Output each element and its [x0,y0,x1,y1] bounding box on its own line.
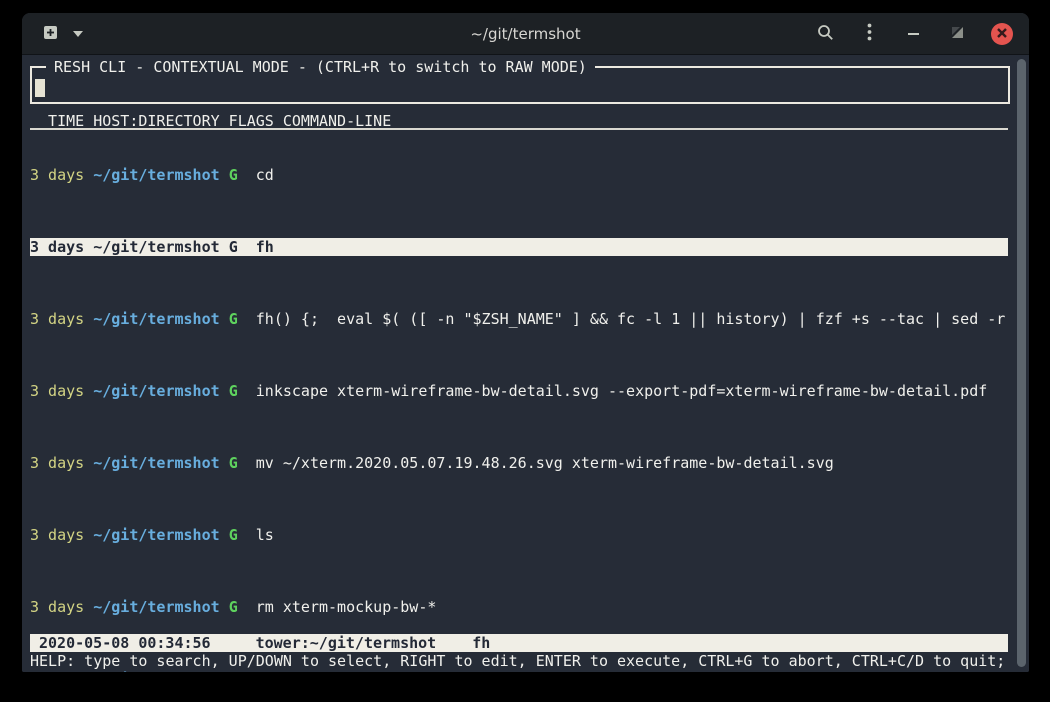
new-tab-button[interactable] [42,25,59,43]
minimize-icon [908,33,919,35]
row-time: 3 days [30,526,84,544]
row-flags: G [229,670,238,672]
row-time: 3 days [30,310,84,328]
history-row[interactable]: 3 days ~/git/termshot G mv ~/xterm.2020.… [30,670,1008,672]
row-flags: G [229,526,238,544]
status-command: fh [472,634,490,652]
row-flags: G [229,382,238,400]
row-time: 3 days [30,670,84,672]
status-host-directory: tower:~/git/termshot [256,634,437,652]
table-header: TIME HOST:DIRECTORY FLAGS COMMAND-LINE [30,112,1008,130]
row-time: 3 days [30,166,84,184]
row-command: mv ~/xterm.2020.05.07.19.39.46.svg xterm… [256,670,807,672]
search-button[interactable] [815,22,835,46]
history-row[interactable]: 3 days ~/git/termshot G fh() {; eval $( … [30,310,1008,328]
row-command: fh [256,238,274,256]
history-list: 3 days ~/git/termshot G cd 3 days ~/git/… [30,130,1008,672]
row-flags: G [229,310,238,328]
row-command: inkscape xterm-wireframe-bw-detail.svg -… [256,382,988,400]
status-bar: 2020-05-08 00:34:56 tower:~/git/termshot f… [30,634,1008,652]
history-row[interactable]: 3 days ~/git/termshot G rm xterm-mockup-… [30,598,1008,616]
history-row[interactable]: 3 days ~/git/termshot G mv ~/xterm.2020.… [30,454,1008,472]
restore-button[interactable] [947,22,967,46]
close-button[interactable] [991,23,1013,45]
row-host-directory: ~/git/termshot [93,526,219,544]
kebab-menu-icon [867,23,872,44]
history-row[interactable]: 3 days ~/git/termshot G cd [30,166,1008,184]
new-tab-dropdown-button[interactable] [73,31,83,37]
text-cursor [35,79,45,97]
terminal-window: ~/git/termshot [22,13,1029,672]
row-flags: G [229,166,238,184]
restore-icon [952,26,963,41]
row-flags: G [229,454,238,472]
row-host-directory: ~/git/termshot [93,166,219,184]
row-command: cd [256,166,274,184]
row-host-directory: ~/git/termshot [93,454,219,472]
row-command: ls [256,526,274,544]
row-host-directory: ~/git/termshot [93,670,219,672]
search-panel: RESH CLI - CONTEXTUAL MODE - (CTRL+R to … [30,66,1010,104]
row-time: 3 days [30,382,84,400]
terminal-screen: RESH CLI - CONTEXTUAL MODE - (CTRL+R to … [22,55,1029,672]
scrollbar-thumb[interactable] [1017,59,1026,667]
titlebar: ~/git/termshot [22,13,1029,55]
close-icon [997,26,1007,41]
row-time: 3 days [30,238,84,256]
help-line: HELP: type to search, UP/DOWN to select,… [30,652,1008,670]
chevron-down-icon [73,31,83,37]
history-row[interactable]: 3 days ~/git/termshot G ls [30,526,1008,544]
row-time: 3 days [30,598,84,616]
row-command: mv ~/xterm.2020.05.07.19.48.26.svg xterm… [256,454,834,472]
row-command: fh() {; eval $( ([ -n "$ZSH_NAME" ] && f… [256,310,1006,328]
row-host-directory: ~/git/termshot [93,382,219,400]
history-row[interactable]: 3 days ~/git/termshot G inkscape xterm-w… [30,382,1008,400]
search-panel-title: RESH CLI - CONTEXTUAL MODE - (CTRL+R to … [46,58,595,76]
row-host-directory: ~/git/termshot [93,598,219,616]
row-flags: G [229,598,238,616]
menu-button[interactable] [859,22,879,46]
minimize-button[interactable] [903,22,923,46]
row-host-directory: ~/git/termshot [93,238,219,256]
history-row[interactable]: 3 days ~/git/termshot G fh [30,238,1008,256]
row-flags: G [229,238,238,256]
status-datetime: 2020-05-08 00:34:56 [39,634,211,652]
new-tab-icon [42,25,59,43]
row-time: 3 days [30,454,84,472]
desktop-background: { "window": { "title": "~/git/termshot" … [0,0,1050,702]
row-host-directory: ~/git/termshot [93,310,219,328]
row-command: rm xterm-mockup-bw-* [256,598,437,616]
search-icon [817,24,834,44]
